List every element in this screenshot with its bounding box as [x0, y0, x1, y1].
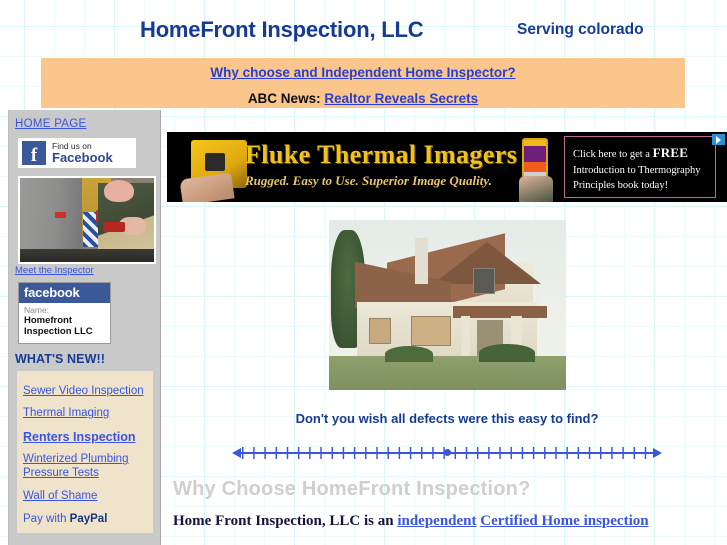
second-hand-shape	[519, 176, 553, 202]
paypal-line[interactable]: Pay with PayPal	[23, 513, 153, 525]
main-content: Fluke Thermal Imagers Rugged. Easy to Us…	[167, 110, 727, 531]
photo-ground-shape	[20, 248, 154, 262]
house-photo-block: Don't you wish all defects were this eas…	[167, 220, 727, 426]
fluke-ad-subtitle: Rugged. Easy to Use. Superior Image Qual…	[245, 173, 492, 188]
hand-holding-camera-shape	[179, 172, 235, 202]
fluke-cta-line-1: Click here to get a FREE	[573, 144, 709, 163]
realtor-reveals-secrets-link[interactable]: Realtor Reveals Secrets	[324, 91, 478, 106]
house-bush-1-shape	[384, 346, 433, 362]
sidebar: HOME PAGE f Find us on Facebook Meet the…	[8, 110, 161, 545]
photo-red-small-shape	[54, 211, 66, 219]
find-us-on-facebook-badge[interactable]: f Find us on Facebook	[18, 138, 136, 168]
serving-area-text: Serving colorado	[517, 21, 644, 38]
facebook-widget-body: Name: Homefront Inspection LLC	[19, 303, 110, 343]
damaged-house-photo	[328, 220, 566, 390]
promo-banner: Why choose and Independent Home Inspecto…	[41, 58, 685, 108]
promo-row-first: Why choose and Independent Home Inspecto…	[41, 58, 685, 82]
facebook-widget-name-value: Homefront Inspection LLC	[24, 314, 93, 337]
why-choose-heading: Why Choose HomeFront Inspection?	[173, 478, 531, 500]
facebook-widget-header: facebook	[19, 283, 110, 303]
adchoices-triangle-icon[interactable]	[712, 134, 725, 145]
fluke-cta-free-word: FREE	[652, 145, 689, 160]
photo-head-shape	[104, 179, 134, 202]
page-header: HomeFront Inspection, LLC Serving colora…	[0, 0, 727, 52]
meet-the-inspector-link[interactable]: Meet the Inspector	[15, 265, 160, 276]
house-bush-2-shape	[478, 344, 535, 362]
sidebar-item-renters-inspection[interactable]: Renters Inspection	[23, 430, 153, 445]
fluke-thermal-imagers-ad-banner[interactable]: Fluke Thermal Imagers Rugged. Easy to Us…	[167, 132, 727, 202]
facebook-page-widget[interactable]: facebook Name: Homefront Inspection LLC	[18, 282, 111, 344]
abc-news-label: ABC News:	[247, 91, 321, 106]
divider-right-arrow-icon	[653, 448, 662, 458]
sidebar-item-sewer-video-inspection[interactable]: Sewer Video Inspection	[23, 385, 153, 399]
house-boarded-window-2-shape	[410, 316, 451, 346]
sidebar-item-winterized-plumbing-pressure-tests[interactable]: Winterized Plumbing Pressure Tests	[23, 453, 153, 480]
sidebar-item-thermal-imaging[interactable]: Thermal Imaging	[23, 407, 153, 421]
sidebar-item-wall-of-shame[interactable]: Wall of Shame	[23, 490, 153, 504]
paypal-brand-text: PayPal	[69, 513, 108, 526]
house-upper-window-shape	[472, 268, 495, 294]
certified-home-inspection-link[interactable]: Certified Home inspection	[480, 513, 648, 529]
thermal-image-display-icon	[522, 138, 548, 178]
independent-link[interactable]: independent	[397, 513, 476, 529]
inspector-photo[interactable]	[18, 176, 156, 264]
fluke-cta-line-1-pre: Click here to get a	[573, 149, 653, 160]
intro-paragraph: Home Front Inspection, LLC is an indepen…	[173, 511, 713, 531]
fluke-cta-line-2: Introduction to Thermography	[573, 164, 701, 176]
divider-center-dot	[444, 449, 451, 456]
why-choose-independent-inspector-link[interactable]: Why choose and Independent Home Inspecto…	[210, 65, 515, 80]
fluke-ad-cta-box[interactable]: Click here to get a FREE Introduction to…	[564, 136, 716, 198]
promo-row-second: ABC News: Realtor Reveals Secrets	[41, 82, 685, 106]
facebook-logo-icon: f	[22, 141, 46, 165]
facebook-badge-big-text: Facebook	[52, 149, 113, 165]
intro-paragraph-text: Home Front Inspection, LLC is an	[173, 513, 398, 529]
whats-new-heading: WHAT'S NEW!!	[15, 351, 106, 366]
fluke-ad-title: Fluke Thermal Imagers	[245, 140, 518, 169]
photo-tool-shape	[103, 221, 125, 232]
fluke-cta-line-3: Principles book today!	[573, 180, 669, 192]
house-photo-caption: Don't you wish all defects were this eas…	[295, 411, 599, 426]
house-chimney-shape	[414, 238, 428, 284]
facebook-badge-text: Find us on Facebook	[52, 141, 113, 165]
whats-new-panel: Sewer Video Inspection Thermal Imaging R…	[17, 370, 153, 534]
house-boarded-window-1-shape	[368, 318, 391, 344]
site-title: HomeFront Inspection, LLC	[140, 17, 424, 42]
sidebar-item-home-page[interactable]: HOME PAGE	[15, 118, 160, 130]
decorative-divider	[232, 446, 662, 460]
house-porch-column-1-shape	[460, 316, 470, 360]
paypal-prefix-text: Pay with	[23, 513, 70, 526]
